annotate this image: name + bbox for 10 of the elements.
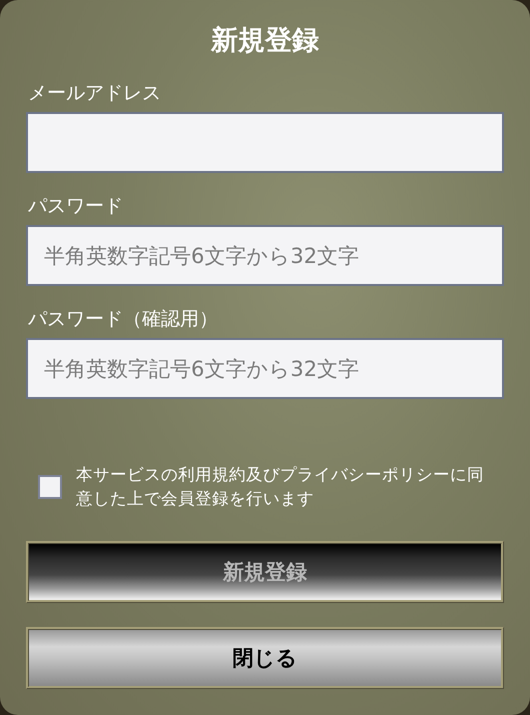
agreement-text: 本サービスの利用規約及びプライバシーポリシーに同意した上で会員登録を行います <box>76 464 485 510</box>
close-button[interactable]: 閉じる <box>26 627 504 689</box>
input-field[interactable]: 半角英数字記号6文字から32文字 <box>26 225 504 286</box>
checkbox[interactable] <box>38 475 62 499</box>
dialog-title: 新規登録 <box>210 24 320 58</box>
field-label: パスワード（確認用） <box>27 307 218 332</box>
input-field[interactable] <box>26 112 504 173</box>
field-label: メールアドレス <box>27 81 161 106</box>
field-label: パスワード <box>27 194 123 219</box>
input-field[interactable]: 半角英数字記号6文字から32文字 <box>26 338 504 399</box>
